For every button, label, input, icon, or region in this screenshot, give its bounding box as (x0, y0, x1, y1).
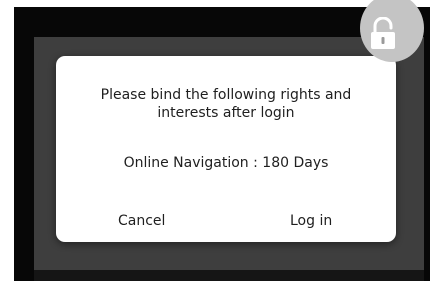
unlock-icon (371, 17, 395, 49)
login-bind-dialog: Please bind the following rights and int… (56, 56, 396, 242)
cancel-button[interactable]: Cancel (118, 212, 165, 230)
login-button[interactable]: Log in (290, 212, 332, 230)
dialog-message-line-1: Please bind the following rights and (100, 87, 352, 103)
dialog-message-line-2: interests after login (157, 105, 295, 121)
background-panel-footer (34, 270, 424, 281)
dialog-message: Please bind the following rights and int… (56, 86, 396, 122)
benefit-text: Online Navigation : 180 Days (123, 155, 329, 171)
